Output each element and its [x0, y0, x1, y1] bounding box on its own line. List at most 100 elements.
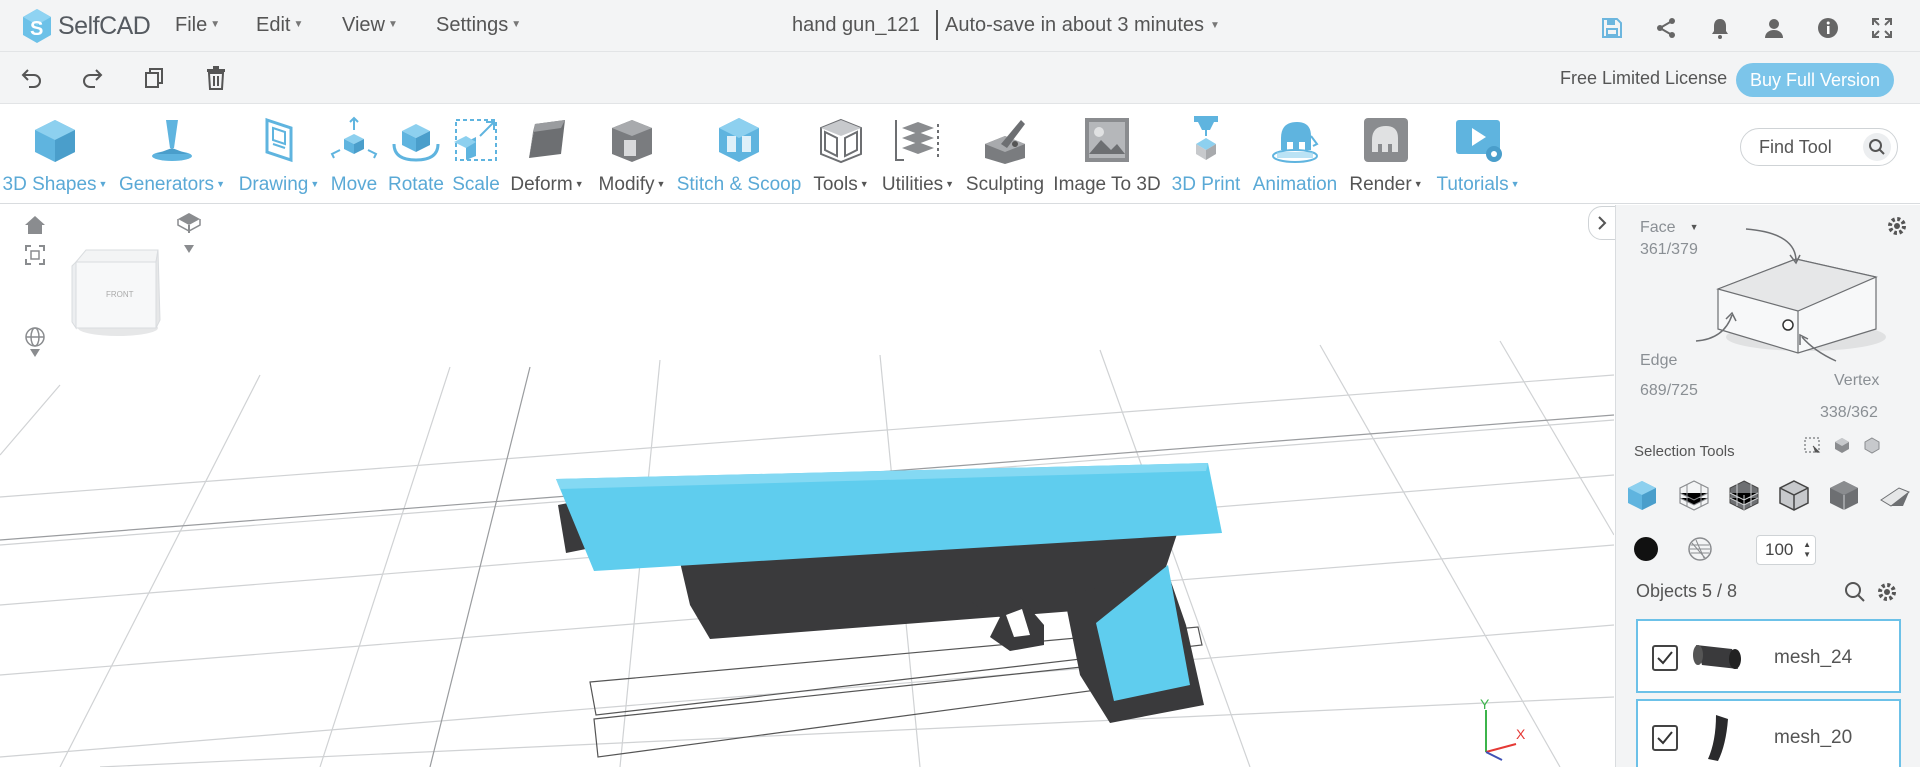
- object-select-icon[interactable]: [1624, 477, 1660, 513]
- object-name: mesh_20: [1774, 727, 1853, 748]
- find-tool-input[interactable]: [1759, 137, 1859, 158]
- tool-3d-print[interactable]: 3D Print: [1166, 104, 1246, 204]
- vertex-select-icon[interactable]: [1776, 477, 1812, 513]
- chevron-down-icon[interactable]: [176, 242, 202, 256]
- view-cube[interactable]: FRONT: [70, 246, 166, 338]
- project-title[interactable]: hand gun_121: [792, 14, 920, 37]
- object-row-mesh-20[interactable]: mesh_20: [1636, 699, 1901, 767]
- vertex-label: Vertex: [1834, 372, 1880, 389]
- tool-stitch-scoop[interactable]: Stitch & Scoop: [672, 104, 806, 204]
- object-visibility-checkbox[interactable]: [1652, 725, 1678, 751]
- app-logo[interactable]: S SelfCAD: [20, 6, 151, 46]
- info-icon[interactable]: [1814, 14, 1842, 42]
- objects-count-label: Objects 5 / 8: [1636, 581, 1738, 601]
- menu-edit[interactable]: Edit ▼: [256, 14, 303, 37]
- object-row-mesh-24[interactable]: mesh_24: [1636, 619, 1901, 693]
- mesh-thumbnail: [1708, 715, 1728, 761]
- collapse-panel-button[interactable]: [1588, 206, 1616, 240]
- tool-render[interactable]: Render ▼: [1346, 104, 1426, 204]
- tool-tutorials[interactable]: Tutorials ▼: [1428, 104, 1528, 204]
- perspective-icon[interactable]: [176, 210, 202, 236]
- render-icon: [1364, 118, 1408, 162]
- texture-icon[interactable]: [1686, 535, 1714, 568]
- menu-view[interactable]: View ▼: [342, 14, 398, 37]
- drawing-icon: [265, 117, 293, 163]
- fullscreen-icon[interactable]: [1868, 14, 1896, 42]
- tutorials-icon: [1456, 120, 1502, 162]
- chevron-down-icon: ▼: [388, 19, 398, 30]
- image-to-3d-icon: [1085, 118, 1129, 162]
- tool-animation[interactable]: Animation: [1246, 104, 1344, 204]
- utilities-icon: [895, 120, 939, 161]
- tool-drawing[interactable]: Drawing ▼: [234, 104, 324, 204]
- box-select-icon[interactable]: [1802, 435, 1822, 455]
- share-icon[interactable]: [1652, 14, 1680, 42]
- tool-label: 3D Print: [1171, 174, 1241, 195]
- search-icon[interactable]: [1863, 133, 1891, 161]
- stepper-icon[interactable]: ▲ ▼: [1803, 540, 1811, 560]
- face-label: Face: [1640, 219, 1676, 236]
- tool-label: Rotate: [388, 174, 444, 195]
- invert-selection-icon[interactable]: [1862, 435, 1882, 455]
- copy-icon[interactable]: [140, 64, 168, 92]
- tool-label: Utilities: [881, 174, 944, 195]
- tool-rotate[interactable]: Rotate: [382, 104, 450, 204]
- svg-text:S: S: [30, 18, 43, 40]
- tool-label: Move: [330, 174, 378, 195]
- tool-tools[interactable]: Tools ▼: [808, 104, 874, 204]
- object-name: mesh_24: [1774, 647, 1853, 668]
- search-icon[interactable]: [1844, 581, 1866, 608]
- plane-select-icon[interactable]: [1876, 477, 1912, 513]
- mesh-thumbnail: [1693, 645, 1741, 669]
- buy-full-version-button[interactable]: Buy Full Version: [1736, 63, 1894, 97]
- menu-settings[interactable]: Settings ▼: [436, 14, 521, 37]
- redo-icon[interactable]: [78, 64, 106, 92]
- autosave-status[interactable]: Auto-save in about 3 minutes ▼: [945, 14, 1220, 37]
- edge-count: 689/725: [1640, 382, 1698, 399]
- home-view-icon[interactable]: [22, 212, 48, 238]
- axis-gizmo: Y X: [1476, 696, 1536, 762]
- chevron-down-icon: ▼: [210, 19, 221, 30]
- quick-toolbar: Free Limited License Buy Full Version: [0, 52, 1920, 104]
- trash-icon[interactable]: [202, 64, 230, 92]
- tool-ribbon: 3D Shapes ▼ Generators ▼ Drawing ▼ Move Rot…: [0, 104, 1920, 204]
- tool-move[interactable]: Move: [326, 104, 382, 204]
- view-cube-front-label: FRONT: [106, 290, 134, 299]
- gear-icon[interactable]: [1876, 581, 1898, 608]
- tool-label: Stitch & Scoop: [676, 174, 802, 195]
- tool-label: Tools: [813, 174, 858, 195]
- tool-sculpting[interactable]: Sculpting: [962, 104, 1048, 204]
- 3d-viewport[interactable]: [0, 205, 1614, 767]
- tool-generators[interactable]: Generators ▼: [114, 104, 230, 204]
- user-icon[interactable]: [1760, 14, 1788, 42]
- tool-3d-shapes[interactable]: 3D Shapes ▼: [0, 104, 110, 204]
- scene-canvas[interactable]: [0, 205, 1614, 767]
- edge-select-icon[interactable]: [1726, 477, 1762, 513]
- opacity-value: 100: [1765, 540, 1794, 559]
- save-icon[interactable]: [1598, 14, 1626, 42]
- rotate-icon: [392, 124, 440, 162]
- color-swatch[interactable]: [1634, 537, 1658, 561]
- chevron-down-icon[interactable]: [22, 346, 48, 360]
- find-tool-search[interactable]: [1740, 128, 1898, 166]
- tool-utilities[interactable]: Utilities ▼: [876, 104, 960, 204]
- tool-deform[interactable]: Deform ▼: [504, 104, 590, 204]
- object-visibility-checkbox[interactable]: [1652, 645, 1678, 671]
- bell-icon[interactable]: [1706, 14, 1734, 42]
- menu-view-label: View: [342, 14, 385, 36]
- menu-file[interactable]: File ▼: [175, 14, 220, 37]
- tool-scale[interactable]: Scale: [450, 104, 502, 204]
- opacity-input[interactable]: 100 ▲ ▼: [1756, 535, 1816, 565]
- tool-label: Render: [1349, 174, 1412, 195]
- menu-file-label: File: [175, 14, 208, 36]
- solid-select-icon[interactable]: [1826, 477, 1862, 513]
- tool-modify[interactable]: Modify ▼: [592, 104, 672, 204]
- select-all-icon[interactable]: [1832, 435, 1852, 455]
- generator-icon: [152, 120, 192, 161]
- sculpting-icon: [985, 120, 1025, 164]
- zoom-fit-icon[interactable]: [22, 242, 48, 268]
- tool-image-to-3d[interactable]: Image To 3D: [1050, 104, 1164, 204]
- undo-icon[interactable]: [18, 64, 46, 92]
- face-select-icon[interactable]: [1676, 477, 1712, 513]
- chevron-right-icon: [1598, 216, 1607, 230]
